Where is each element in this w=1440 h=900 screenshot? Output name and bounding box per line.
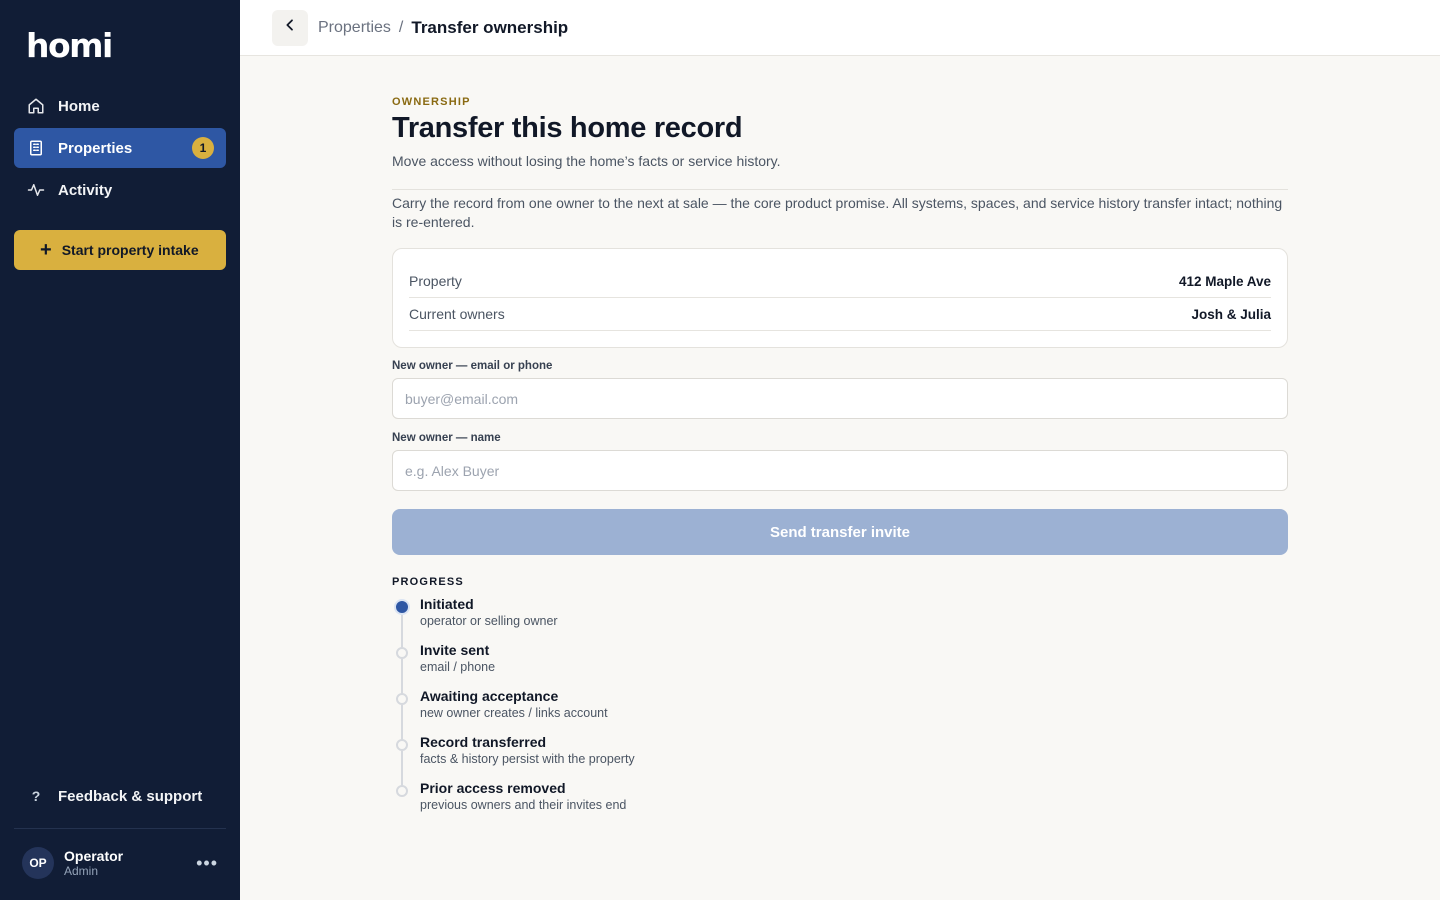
more-options-icon[interactable]: ••• xyxy=(196,853,218,874)
progress-step-prior-access-removed: Prior access removed previous owners and… xyxy=(392,780,792,826)
summary-label: Current owners xyxy=(409,306,505,322)
step-pending-dot xyxy=(396,785,408,797)
user-profile[interactable]: OP Operator Admin ••• xyxy=(22,846,226,880)
step-pending-dot xyxy=(396,647,408,659)
page-description: Carry the record from one owner to the n… xyxy=(392,195,1283,230)
sidebar-item-activity[interactable]: Activity xyxy=(14,170,226,210)
sidebar: homi Home Properties 1 Activity + Start … xyxy=(0,0,240,900)
step-complete-dot xyxy=(396,601,408,613)
breadcrumb-properties-link[interactable]: Properties xyxy=(318,19,391,37)
properties-count-badge: 1 xyxy=(192,137,214,159)
sidebar-nav: Home Properties 1 Activity xyxy=(14,86,226,212)
summary-row-property: Property 412 Maple Ave xyxy=(409,265,1271,298)
progress-step-invite-sent: Invite sent email / phone xyxy=(392,642,792,699)
step-title: Invite sent xyxy=(420,642,490,658)
new-owner-contact-input[interactable] xyxy=(392,378,1288,419)
new-owner-contact-label: New owner — email or phone xyxy=(392,360,553,372)
activity-icon xyxy=(26,180,46,200)
user-meta: Operator Admin xyxy=(64,848,123,879)
breadcrumb-current: Transfer ownership xyxy=(411,17,569,37)
feedback-label: Feedback & support xyxy=(58,787,203,805)
step-pending-dot xyxy=(396,693,408,705)
summary-row-owners: Current owners Josh & Julia xyxy=(409,298,1271,331)
breadcrumb-separator: / xyxy=(398,18,404,36)
step-title: Initiated xyxy=(420,596,474,612)
progress-step-record-transferred: Record transferred facts & history persi… xyxy=(392,734,792,791)
sidebar-item-label: Properties xyxy=(58,139,133,157)
new-owner-name-input[interactable] xyxy=(392,450,1288,491)
summary-value: Josh & Julia xyxy=(1191,306,1271,322)
progress-step-initiated: Initiated operator or selling owner xyxy=(392,596,792,653)
section-eyebrow: OWNERSHIP xyxy=(392,96,471,108)
divider xyxy=(392,189,1288,190)
homi-logo[interactable]: homi xyxy=(26,29,113,62)
home-icon xyxy=(26,96,46,116)
step-subtitle: previous owners and their invites end xyxy=(420,798,627,812)
page-title: Transfer this home record xyxy=(392,112,743,144)
step-title: Awaiting acceptance xyxy=(420,688,559,704)
help-icon: ? xyxy=(31,788,41,804)
progress-step-awaiting-acceptance: Awaiting acceptance new owner creates / … xyxy=(392,688,792,745)
chevron-left-icon xyxy=(282,17,298,38)
building-icon xyxy=(26,138,46,158)
sidebar-divider xyxy=(14,828,226,829)
step-pending-dot xyxy=(396,739,408,751)
sidebar-item-properties[interactable]: Properties 1 xyxy=(14,128,226,168)
back-button[interactable] xyxy=(272,9,308,46)
progress-heading: PROGRESS xyxy=(392,576,464,588)
sidebar-item-home[interactable]: Home xyxy=(14,86,226,126)
step-subtitle: new owner creates / links account xyxy=(420,706,608,720)
page-subtitle: Move access without losing the home’s fa… xyxy=(392,153,781,169)
summary-label: Property xyxy=(409,273,462,289)
send-transfer-invite-button[interactable]: Send transfer invite xyxy=(392,509,1288,555)
new-owner-name-label: New owner — name xyxy=(392,432,501,444)
start-property-intake-button[interactable]: + Start property intake xyxy=(14,230,226,270)
plus-icon: + xyxy=(40,239,52,261)
step-subtitle: operator or selling owner xyxy=(420,614,558,628)
step-subtitle: facts & history persist with the propert… xyxy=(420,752,635,766)
sidebar-item-label: Home xyxy=(58,97,100,115)
avatar: OP xyxy=(22,847,54,879)
sidebar-item-label: Activity xyxy=(58,181,113,199)
top-bar: Properties / Transfer ownership xyxy=(240,0,1440,56)
step-title: Prior access removed xyxy=(420,780,566,796)
property-summary-card: Property 412 Maple Ave Current owners Jo… xyxy=(392,248,1288,348)
summary-value: 412 Maple Ave xyxy=(1178,273,1271,289)
feedback-support-link[interactable]: ? Feedback & support xyxy=(14,776,226,816)
step-subtitle: email / phone xyxy=(420,660,496,674)
progress-timeline: Initiated operator or selling owner Invi… xyxy=(392,596,792,826)
intake-button-label: Start property intake xyxy=(61,242,199,258)
logo-text: homi xyxy=(26,26,113,65)
user-role: Admin xyxy=(64,863,99,878)
user-name: Operator xyxy=(64,847,124,864)
step-title: Record transferred xyxy=(420,734,547,750)
